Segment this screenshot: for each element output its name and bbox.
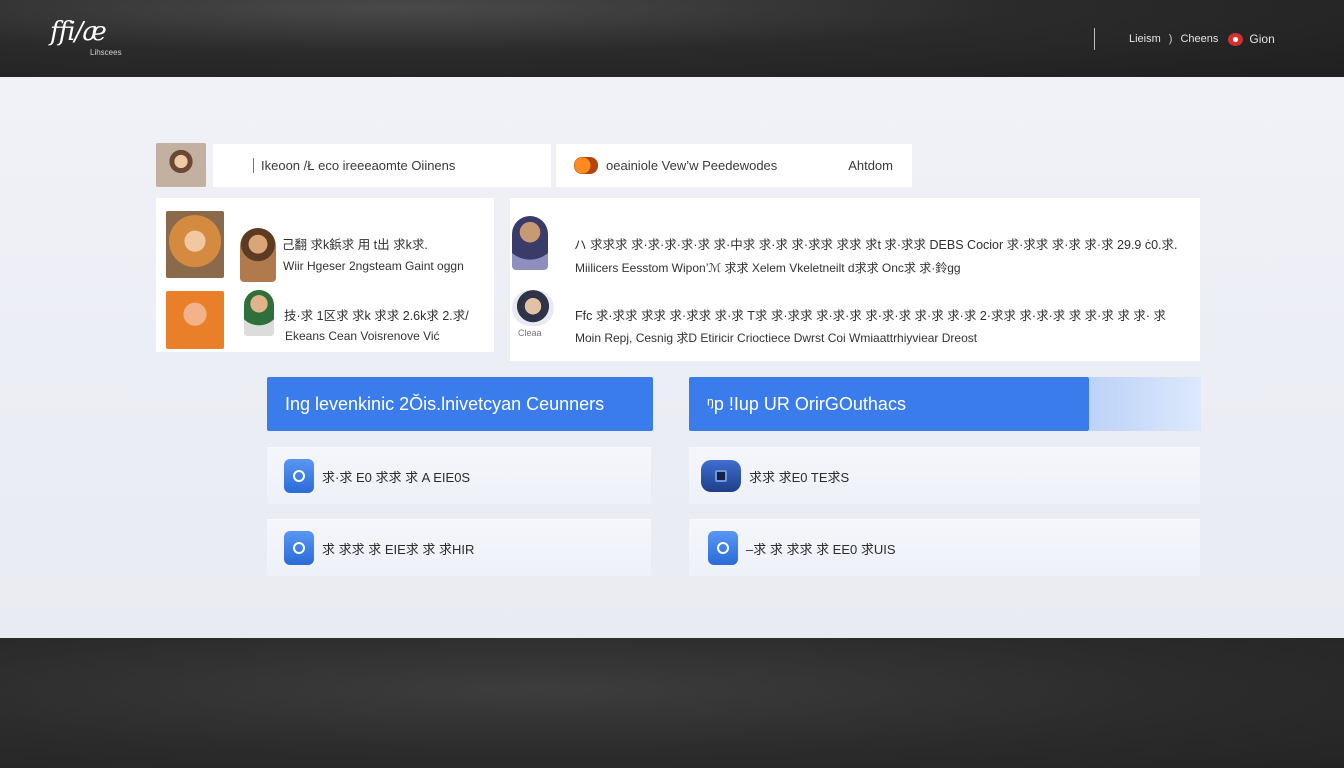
button-fade-extension	[1089, 377, 1201, 431]
nav-separator: )	[1168, 33, 1173, 45]
brand-logo[interactable]: ffi/æ Lihscees	[50, 18, 130, 62]
secondary-search-text: oeainiole Vew’w Peedewodes	[606, 158, 778, 173]
shield-icon	[708, 531, 738, 565]
list-item[interactable]: –求 求 求求 求 EE0 求UIS	[689, 519, 1200, 576]
profile-portrait[interactable]	[240, 228, 276, 282]
list-item-label: 求求 求E0 TE求S	[749, 469, 850, 485]
list-item[interactable]: 求求 求E0 TE求S	[689, 447, 1200, 504]
list-item-label: 求 求求 求 EIE求 求 求HIR	[322, 541, 475, 557]
top-header: ffi/æ Lihscees Lieism ) Cheens Gion	[0, 0, 1344, 77]
top-nav: Lieism ) Cheens Gion	[1129, 32, 1275, 46]
user-avatar[interactable]	[156, 143, 206, 187]
card-text: 技·求 1区求 求k 求求 2.6k求 2.求/	[284, 309, 469, 323]
portrait-caption: Cleaa	[518, 328, 542, 338]
language-flag-icon[interactable]	[1228, 32, 1244, 46]
card-text: ハ 求求求 求·求·求·求·求 求·中求 求·求 求·求求 求求 求t 求·求求…	[574, 238, 1178, 252]
profile-portrait[interactable]	[512, 216, 548, 270]
device-icon	[701, 460, 741, 492]
search-query-text: Ikeoon /Ł eco ireeeaomte Oiinens	[261, 158, 456, 173]
card-text: Wiir Hgeser 2ngsteam Gaint oggn	[283, 259, 464, 273]
nav-item-2[interactable]: Cheens	[1180, 33, 1218, 45]
orange-badge-icon	[574, 157, 598, 174]
card-text: Ekeans Cean Voisrenove Vić	[285, 329, 440, 343]
header-divider	[1094, 28, 1095, 50]
card-text: Moin Repj, Cesnig 求D Etiricir Crioctiece…	[575, 331, 978, 345]
secondary-search-action[interactable]: Ahtdom	[848, 158, 893, 173]
list-item-label: 求·求 E0 求求 求 A EIE0S	[322, 469, 471, 485]
search-input[interactable]: Ikeoon /Ł eco ireeeaomte Oiinens	[213, 144, 551, 187]
page-footer	[0, 638, 1344, 768]
check-shield-icon	[284, 459, 314, 493]
shield-icon	[284, 531, 314, 565]
profile-thumbnail[interactable]	[166, 291, 224, 349]
list-item[interactable]: 求 求求 求 EIE求 求 求HIR	[267, 519, 651, 576]
list-item[interactable]: 求·求 E0 求求 求 A EIE0S	[267, 447, 651, 504]
profile-portrait[interactable]	[512, 290, 554, 326]
profile-portrait[interactable]	[244, 290, 274, 336]
secondary-search-field[interactable]: oeainiole Vew’w Peedewodes Ahtdom	[556, 144, 912, 187]
primary-action-button-right[interactable]: ᵑp !Iup UR OrirGOuthacs	[689, 377, 1089, 431]
profile-card-left[interactable]: 己翻 求k鋲求 用 t出 求k求. Wiir Hgeser 2ngsteam G…	[156, 198, 494, 352]
nav-item-1[interactable]: Lieism	[1129, 33, 1161, 45]
list-item-label: –求 求 求求 求 EE0 求UIS	[746, 541, 896, 557]
card-text: Miilicers Eesstom Wipon’ℳ 求求 Xelem Vkele…	[575, 261, 961, 275]
logo-mark: ffi/æ	[50, 17, 107, 47]
card-text: Ffc 求·求求 求求 求·求求 求·求 T求 求·求求 求·求·求 求·求·求…	[575, 309, 1166, 323]
card-text: 己翻 求k鋲求 用 t出 求k求.	[282, 238, 428, 252]
profile-card-right[interactable]: Cleaa ハ 求求求 求·求·求·求·求 求·中求 求·求 求·求求 求求 求…	[510, 198, 1200, 361]
primary-action-button-left[interactable]: Ing levenkinic 2Ŏis.lnivetcyan Ceunners	[267, 377, 653, 431]
logo-subtitle: Lihscees	[90, 48, 122, 57]
profile-thumbnail[interactable]	[166, 211, 224, 278]
text-caret	[253, 158, 254, 173]
language-label[interactable]: Gion	[1249, 32, 1274, 46]
